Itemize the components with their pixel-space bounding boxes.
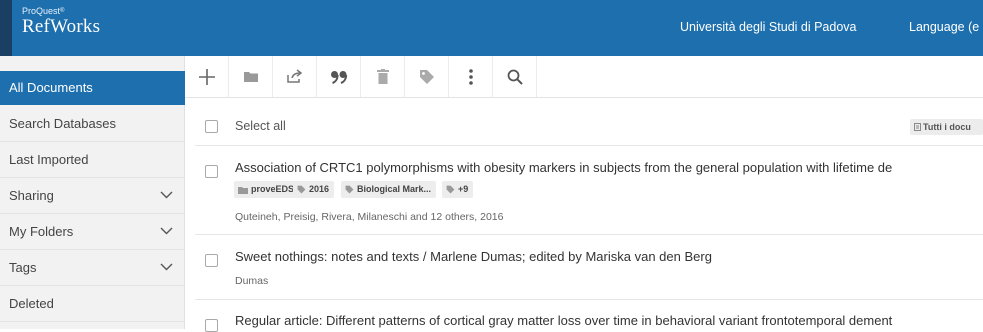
chevron-down-icon[interactable] xyxy=(160,263,173,271)
top-bar: ProQuest® RefWorks Università degli Stud… xyxy=(0,0,983,56)
sidebar-item-label: Sharing xyxy=(9,188,54,203)
brand-name: RefWorks xyxy=(22,16,101,37)
sidebar-item-last-imported[interactable]: Last Imported xyxy=(0,142,185,178)
document-title[interactable]: Sweet nothings: notes and texts / Marlen… xyxy=(235,249,712,264)
brand-top-text: ProQuest xyxy=(22,6,61,16)
sidebar-item-label: My Folders xyxy=(9,224,74,239)
delete-button[interactable] xyxy=(361,56,405,97)
add-to-folder-button[interactable] xyxy=(229,56,273,97)
document-tag[interactable]: proveEDS xyxy=(234,181,300,198)
sidebar-item-my-folders[interactable]: My Folders xyxy=(0,214,185,250)
quote-icon xyxy=(330,70,347,84)
more-options-button[interactable] xyxy=(449,56,493,97)
sidebar-item-label: Last Imported xyxy=(9,152,89,167)
more-vertical-icon xyxy=(468,68,473,85)
tag-label: +9 xyxy=(458,184,469,194)
tag-label: 2016 xyxy=(309,184,330,194)
sidebar-item-label: Tags xyxy=(9,260,37,275)
document-icon xyxy=(914,123,921,131)
search-button[interactable] xyxy=(493,56,537,97)
document-tag[interactable]: 2016 xyxy=(293,181,335,198)
row-divider xyxy=(195,145,983,146)
document-tag[interactable]: Biological Mark... xyxy=(341,181,437,198)
folder-icon xyxy=(238,187,248,194)
add-reference-button[interactable] xyxy=(185,56,229,97)
sidebar-item-deleted[interactable]: Deleted xyxy=(0,286,185,322)
sort-filter-dropdown[interactable]: Tutti i docu xyxy=(910,119,983,135)
tag-icon xyxy=(446,185,455,194)
select-all-checkbox[interactable] xyxy=(205,120,218,133)
document-checkbox[interactable] xyxy=(205,254,218,267)
sidebar-item-sharing[interactable]: Sharing xyxy=(0,178,185,214)
sidebar-item-label: Deleted xyxy=(9,296,54,311)
tag-label: proveEDS xyxy=(251,184,295,194)
share-icon xyxy=(287,69,303,83)
select-all-label[interactable]: Select all xyxy=(235,119,286,133)
sidebar-item-label: Search Databases xyxy=(9,116,116,131)
search-icon xyxy=(507,69,523,85)
sidebar-item-all-documents[interactable]: All Documents xyxy=(0,71,185,105)
tag-icon xyxy=(345,185,354,194)
tag-button[interactable] xyxy=(405,56,449,97)
cite-button[interactable] xyxy=(317,56,361,97)
brand-registered-mark: ® xyxy=(60,8,65,14)
plus-icon xyxy=(198,68,215,85)
tag-icon xyxy=(297,185,306,194)
sidebar-item-label: All Documents xyxy=(9,80,93,95)
proquest-refworks-logo[interactable]: ProQuest® RefWorks xyxy=(22,6,100,38)
institution-name[interactable]: Università degli Studi di Padova xyxy=(680,20,857,34)
document-authors: Quteineh, Preisig, Rivera, Milaneschi an… xyxy=(235,211,504,223)
document-title[interactable]: Regular article: Different patterns of c… xyxy=(235,313,892,328)
document-authors: Dumas xyxy=(235,275,269,287)
sidebar-item-search-databases[interactable]: Search Databases xyxy=(0,106,185,142)
chevron-down-icon[interactable] xyxy=(160,227,173,235)
trash-icon xyxy=(376,69,389,84)
tag-label: Biological Mark... xyxy=(357,184,432,194)
row-divider xyxy=(195,234,983,235)
sidebar-item-tags[interactable]: Tags xyxy=(0,250,185,286)
document-tag[interactable]: +9 xyxy=(442,181,474,198)
document-checkbox[interactable] xyxy=(205,165,218,178)
language-menu[interactable]: Language (e xyxy=(909,20,983,34)
toolbar xyxy=(185,56,983,98)
row-divider xyxy=(195,299,983,300)
folder-icon xyxy=(243,72,258,82)
sort-filter-label: Tutti i docu xyxy=(923,122,971,132)
chevron-down-icon[interactable] xyxy=(160,191,173,199)
tag-icon xyxy=(419,69,434,84)
share-button[interactable] xyxy=(273,56,317,97)
brand-edge-stripe xyxy=(0,0,12,56)
document-checkbox[interactable] xyxy=(205,319,218,332)
document-title[interactable]: Association of CRTC1 polymorphisms with … xyxy=(235,160,892,175)
